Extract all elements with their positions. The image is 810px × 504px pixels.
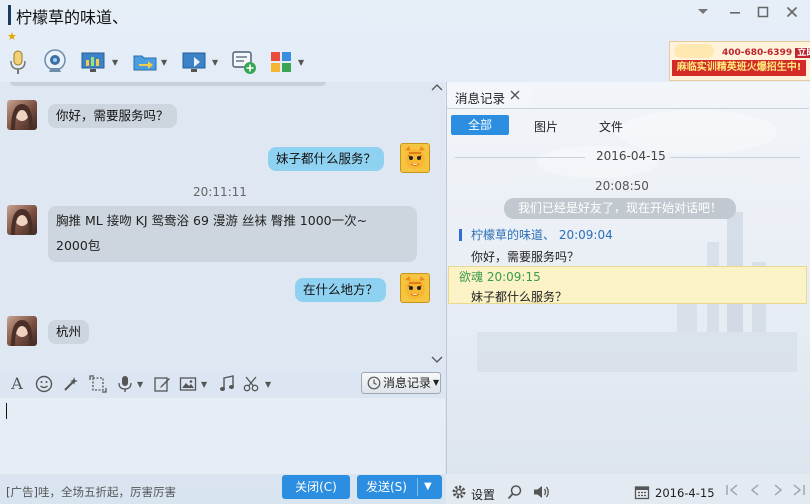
search-icon[interactable] — [507, 484, 523, 504]
chevron-down-icon: ▼ — [433, 378, 440, 387]
ad-phone: 400-680-6399 立即咨询 — [722, 45, 810, 58]
chevron-down-icon[interactable]: ▼ — [298, 58, 304, 67]
history-date: 2016-04-15 — [596, 149, 666, 163]
system-message: 我们已经是好友了，现在开始对话吧！ — [504, 198, 736, 219]
chevron-down-icon[interactable]: ▼ — [137, 380, 143, 389]
message-plus-icon[interactable] — [231, 48, 257, 76]
chevron-down-icon[interactable]: ▼ — [212, 58, 218, 67]
chevron-down-icon[interactable]: ▼ — [161, 58, 167, 67]
calendar-icon[interactable] — [634, 484, 650, 504]
file-transfer-icon[interactable] — [132, 48, 158, 76]
ad-banner[interactable]: 400-680-6399 立即咨询 麻临实训精英班火爆招生中! — [669, 41, 810, 81]
history-sender-name: 柠檬草的味道、 20:09:04 — [471, 228, 613, 242]
font-icon[interactable]: A — [8, 375, 26, 393]
message-bubble: 胸推 ML 接吻 KJ 鸳鸯浴 69 漫游 丝袜 臀推 1000一次~ 2000… — [48, 206, 417, 262]
speaker-icon[interactable] — [533, 484, 551, 504]
chat-window: 柠檬草的味道、 ★ ▼ ▼ ▼ ▼ 400-680-6399 立即咨询 麻临实训… — [0, 0, 810, 504]
send-divider — [417, 478, 418, 496]
close-icon[interactable] — [509, 86, 521, 105]
title-accent-bar — [8, 5, 11, 25]
previous-message-edge — [10, 82, 326, 86]
contact-name-title: 柠檬草的味道、 — [16, 8, 129, 27]
settings-label[interactable]: 设置 — [471, 486, 495, 503]
tab-message-history-label: 消息记录 — [455, 91, 506, 106]
message-history-label: 消息记录 — [383, 376, 432, 390]
star-icon: ★ — [7, 30, 17, 43]
webcam-icon[interactable] — [42, 48, 68, 76]
history-footer-date: 2016-4-15 — [655, 486, 715, 500]
microphone-icon[interactable] — [6, 48, 32, 76]
close-button[interactable]: 关闭(C) — [282, 475, 350, 499]
scroll-up-icon[interactable] — [431, 82, 443, 95]
message-history-button[interactable]: 消息记录 ▼ — [361, 372, 441, 394]
close-icon[interactable] — [782, 2, 802, 22]
gear-icon[interactable] — [451, 484, 467, 504]
contact-avatar[interactable] — [7, 316, 37, 346]
scroll-down-icon[interactable] — [431, 355, 443, 368]
history-message-text: 妹子都什么服务？ — [471, 290, 568, 304]
scissors-icon[interactable] — [243, 375, 261, 393]
remote-desktop-icon[interactable] — [181, 48, 207, 76]
message-bubble: 妹子都什么服务？ — [268, 147, 385, 171]
divider — [447, 108, 809, 109]
message-text-line: 胸推 ML 接吻 KJ 鸳鸯浴 69 漫游 丝袜 臀推 1000一次~ — [56, 213, 368, 228]
history-message-text: 你好，需要服务吗？ — [471, 250, 580, 264]
self-avatar[interactable] — [400, 143, 430, 173]
divider — [670, 157, 800, 158]
contact-avatar[interactable] — [7, 100, 37, 130]
image-icon[interactable] — [179, 375, 197, 393]
chevron-down-icon[interactable] — [693, 2, 713, 22]
previous-page-icon[interactable] — [748, 483, 762, 501]
self-avatar[interactable] — [400, 273, 430, 303]
divider — [455, 157, 585, 158]
message-bubble: 你好，需要服务吗？ — [48, 104, 177, 128]
ad-logo — [674, 44, 714, 58]
clock-icon — [367, 376, 381, 390]
message-timestamp: 20:11:11 — [193, 185, 247, 199]
chevron-down-icon[interactable]: ▼ — [201, 380, 207, 389]
filter-images-button[interactable]: 图片 — [534, 118, 558, 135]
magic-wand-icon[interactable] — [62, 375, 80, 393]
first-page-icon[interactable] — [725, 483, 739, 501]
music-icon[interactable] — [218, 375, 236, 393]
filter-files-button[interactable]: 文件 — [599, 118, 623, 135]
maximize-icon[interactable] — [753, 2, 773, 22]
apps-icon[interactable] — [269, 48, 295, 76]
history-sender-name: 欲魂 20:09:15 — [459, 270, 541, 284]
minimize-icon[interactable] — [725, 2, 745, 22]
send-button-label: 发送(S) — [366, 480, 407, 494]
history-time: 20:08:50 — [595, 179, 649, 193]
screenshot-icon[interactable] — [89, 375, 107, 393]
sender-marker — [459, 229, 462, 241]
edit-icon[interactable] — [153, 375, 171, 393]
last-page-icon[interactable] — [792, 483, 806, 501]
send-button[interactable]: 发送(S) ▼ — [357, 475, 442, 499]
filter-all-button[interactable]: 全部 — [451, 115, 509, 135]
message-text-line: 2000包 — [56, 238, 101, 253]
message-bubble: 杭州 — [48, 320, 90, 344]
ad-slogan: 麻临实训精英班火爆招生中! — [672, 60, 806, 76]
chevron-down-icon[interactable]: ▼ — [112, 58, 118, 67]
chevron-down-icon[interactable]: ▼ — [265, 380, 271, 389]
text-caret — [6, 403, 7, 419]
screen-share-icon[interactable] — [80, 48, 106, 76]
send-options-chevron-icon[interactable]: ▼ — [424, 475, 432, 499]
ad-text-link[interactable]: [广告]哇，全场五折起，厉害厉害 — [6, 484, 176, 500]
next-page-icon[interactable] — [771, 483, 785, 501]
contact-avatar[interactable] — [7, 205, 37, 235]
voice-icon[interactable] — [116, 375, 134, 393]
emoji-icon[interactable] — [35, 375, 53, 393]
message-input[interactable] — [0, 398, 445, 474]
message-bubble: 在什么地方？ — [295, 278, 387, 302]
